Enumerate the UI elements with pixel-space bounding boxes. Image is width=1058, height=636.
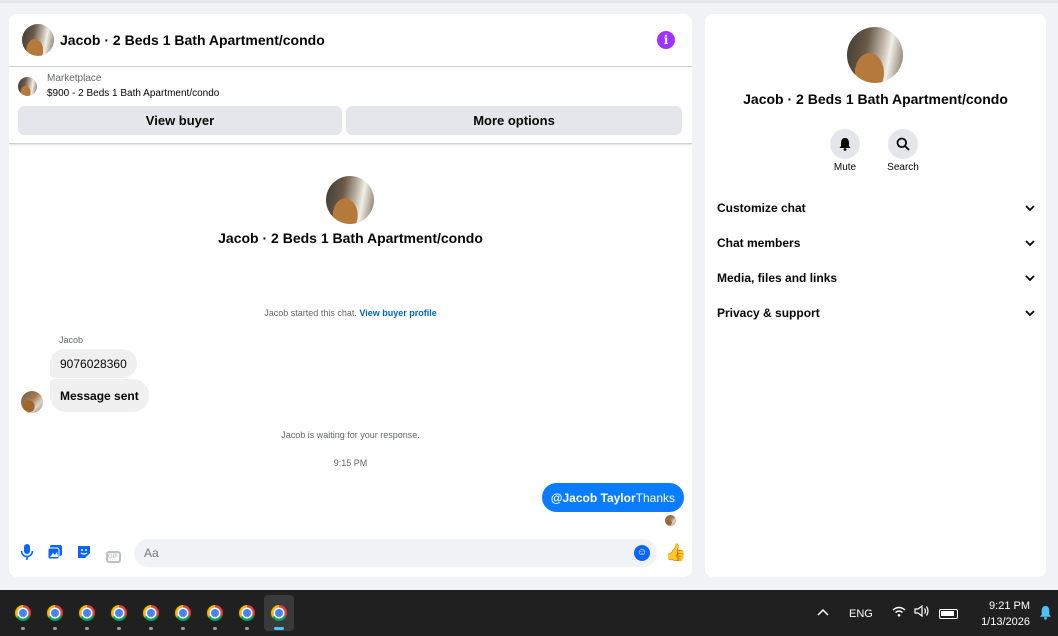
- section-label: Customize chat: [717, 201, 806, 215]
- running-indicator: [117, 627, 121, 630]
- profile-name: Jacob · 2 Beds 1 Bath Apartment/condo: [743, 91, 1008, 107]
- taskbar-app-chrome[interactable]: [200, 595, 230, 631]
- chrome-icon: [79, 605, 95, 621]
- show-hidden-icons-chevron-icon[interactable]: [817, 604, 829, 619]
- chrome-icon: [207, 605, 223, 621]
- gif-label: GIF: [105, 551, 121, 563]
- message-input[interactable]: [134, 539, 657, 567]
- chrome-icon: [15, 605, 31, 621]
- section-label: Privacy & support: [717, 306, 820, 320]
- chat-header: Jacob · 2 Beds 1 Bath Apartment/condo i: [9, 14, 692, 67]
- taskbar-app-chrome[interactable]: [104, 595, 134, 631]
- message-bubble-outgoing[interactable]: @Jacob Taylor Thanks: [541, 483, 684, 512]
- chevron-down-icon: [1025, 205, 1035, 211]
- mute-button[interactable]: [830, 129, 860, 159]
- running-indicator: [53, 627, 57, 630]
- intro-avatar[interactable]: [326, 176, 374, 224]
- info-icon[interactable]: i: [657, 31, 675, 49]
- window-top-edge: [0, 0, 1058, 3]
- section-label: Media, files and links: [717, 271, 838, 285]
- section-chat-members[interactable]: Chat members: [717, 233, 1035, 253]
- taskbar-app-chrome[interactable]: [72, 595, 102, 631]
- taskbar-app-chrome[interactable]: [168, 595, 198, 631]
- message-bubble-incoming[interactable]: 9076028360: [50, 349, 137, 378]
- composer: GIF ☺ 👍: [9, 538, 692, 568]
- waiting-notice: Jacob is waiting for your response.: [281, 430, 420, 440]
- wifi-icon[interactable]: [892, 606, 906, 620]
- clock-time[interactable]: 9:21 PM: [960, 600, 1030, 612]
- input-language[interactable]: ENG: [849, 608, 873, 620]
- view-buyer-button[interactable]: View buyer: [18, 106, 342, 135]
- chrome-icon: [175, 605, 191, 621]
- view-buyer-profile-link[interactable]: View buyer profile: [359, 308, 436, 318]
- battery-icon[interactable]: [939, 609, 958, 619]
- photo-icon[interactable]: [46, 544, 64, 562]
- chrome-icon: [47, 605, 63, 621]
- more-options-button[interactable]: More options: [346, 106, 682, 135]
- volume-icon[interactable]: [914, 604, 930, 620]
- running-indicator: [85, 627, 89, 630]
- section-media-files-links[interactable]: Media, files and links: [717, 268, 1035, 288]
- listing-avatar[interactable]: [22, 24, 54, 56]
- taskbar-app-chrome-active[interactable]: [264, 595, 294, 631]
- outgoing-text: Thanks: [635, 490, 675, 505]
- taskbar-app-chrome[interactable]: [8, 595, 38, 631]
- emoji-icon[interactable]: ☺: [634, 545, 650, 561]
- chrome-icon: [143, 605, 159, 621]
- running-indicator: [21, 627, 25, 630]
- seen-indicator-avatar: [665, 515, 676, 526]
- taskbar: ENG 9:21 PM 1/13/2026: [0, 590, 1058, 636]
- clock-date[interactable]: 1/13/2026: [960, 616, 1030, 628]
- chevron-down-icon: [1025, 275, 1035, 281]
- notification-bell-icon[interactable]: [1039, 605, 1052, 623]
- running-indicator: [245, 627, 249, 630]
- listing-thumbnail[interactable]: [18, 77, 37, 96]
- chrome-icon: [111, 605, 127, 621]
- section-label: Chat members: [717, 236, 801, 250]
- intro-name: Jacob · 2 Beds 1 Bath Apartment/condo: [218, 230, 483, 246]
- mute-label: Mute: [833, 162, 857, 173]
- chat-panel: Jacob · 2 Beds 1 Bath Apartment/condo i …: [9, 14, 692, 577]
- like-thumbs-up-icon[interactable]: 👍: [665, 543, 686, 563]
- chevron-down-icon: [1025, 240, 1035, 246]
- gif-icon[interactable]: GIF: [104, 544, 122, 563]
- profile-avatar[interactable]: [847, 27, 903, 83]
- running-indicator: [213, 627, 217, 630]
- taskbar-app-chrome[interactable]: [232, 595, 262, 631]
- sender-avatar[interactable]: [21, 391, 43, 413]
- chat-started-text: Jacob started this chat.: [264, 308, 357, 318]
- microphone-icon[interactable]: [18, 544, 36, 562]
- conversation-info-panel: Jacob · 2 Beds 1 Bath Apartment/condo Mu…: [705, 14, 1046, 577]
- chrome-icon: [271, 605, 287, 621]
- taskbar-app-chrome[interactable]: [136, 595, 166, 631]
- chrome-icon: [239, 605, 255, 621]
- running-indicator: [181, 627, 185, 630]
- section-privacy-support[interactable]: Privacy & support: [717, 303, 1035, 323]
- section-customize-chat[interactable]: Customize chat: [717, 198, 1035, 218]
- message-bubble-incoming[interactable]: Message sent: [50, 379, 149, 412]
- marketplace-banner: Marketplace $900 - 2 Beds 1 Bath Apartme…: [9, 67, 692, 144]
- marketplace-label: Marketplace: [47, 73, 102, 84]
- mention-text[interactable]: @Jacob Taylor: [551, 491, 636, 505]
- search-button[interactable]: [888, 129, 918, 159]
- listing-title[interactable]: $900 - 2 Beds 1 Bath Apartment/condo: [47, 88, 219, 99]
- running-indicator: [274, 627, 284, 630]
- search-label: Search: [887, 162, 919, 173]
- running-indicator: [149, 627, 153, 630]
- sticker-icon[interactable]: [75, 544, 93, 562]
- search-icon: [896, 137, 910, 151]
- chevron-down-icon: [1025, 310, 1035, 316]
- chat-title[interactable]: Jacob · 2 Beds 1 Bath Apartment/condo: [60, 32, 325, 48]
- message-timestamp: 9:15 PM: [333, 458, 368, 468]
- taskbar-app-chrome[interactable]: [40, 595, 70, 631]
- sender-name: Jacob: [59, 335, 84, 345]
- bell-icon: [839, 138, 851, 151]
- chat-started-notice: Jacob started this chat. View buyer prof…: [9, 308, 692, 318]
